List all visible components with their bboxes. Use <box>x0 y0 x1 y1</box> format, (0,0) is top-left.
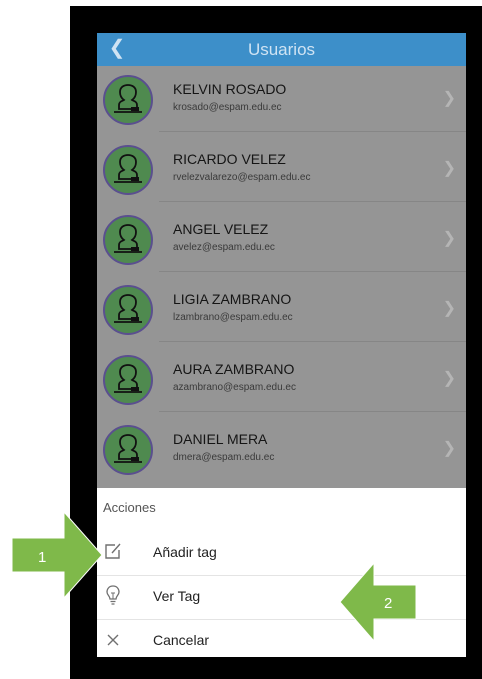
user-avatar-icon <box>103 285 153 335</box>
user-email: lzambrano@espam.edu.ec <box>173 312 293 323</box>
user-name: ANGEL VELEZ <box>173 221 269 237</box>
user-name: DANIEL MERA <box>173 431 268 447</box>
add-tag-label: Añadir tag <box>153 544 217 560</box>
list-item[interactable]: DANIEL MERA dmera@espam.edu.ec ❯ <box>97 416 466 482</box>
view-tag-label: Ver Tag <box>153 588 201 604</box>
user-email: krosado@espam.edu.ec <box>173 102 282 113</box>
user-avatar-icon <box>103 75 153 125</box>
user-name: AURA ZAMBRANO <box>173 361 295 377</box>
app-header: ❮ Usuarios <box>97 33 466 66</box>
divider <box>159 271 466 272</box>
chevron-right-icon: ❯ <box>442 230 456 247</box>
divider <box>159 201 466 202</box>
user-email: rvelezvalarezo@espam.edu.ec <box>173 172 311 183</box>
user-email: azambrano@espam.edu.ec <box>173 382 296 393</box>
page-title: Usuarios <box>247 40 316 59</box>
user-avatar-icon <box>103 215 153 265</box>
list-item[interactable]: ANGEL VELEZ avelez@espam.edu.ec ❯ <box>97 206 466 272</box>
callout-number-2: 2 <box>384 595 392 612</box>
divider <box>159 341 466 342</box>
callout-arrow-2: 2 <box>340 563 416 641</box>
user-avatar-icon <box>103 355 153 405</box>
divider <box>159 131 466 132</box>
chevron-right-icon: ❯ <box>442 90 456 107</box>
list-item[interactable]: KELVIN ROSADO krosado@espam.edu.ec ❯ <box>97 66 466 132</box>
cancel-label: Cancelar <box>153 632 210 648</box>
lightbulb-icon <box>103 584 123 606</box>
user-email: dmera@espam.edu.ec <box>173 452 275 463</box>
user-email: avelez@espam.edu.ec <box>173 242 275 253</box>
chevron-right-icon: ❯ <box>442 160 456 177</box>
user-avatar-icon <box>103 425 153 475</box>
list-item[interactable]: AURA ZAMBRANO azambrano@espam.edu.ec ❯ <box>97 346 466 412</box>
user-name: LIGIA ZAMBRANO <box>173 291 292 307</box>
action-sheet-title: Acciones <box>103 500 156 515</box>
list-item[interactable]: RICARDO VELEZ rvelezvalarezo@espam.edu.e… <box>97 136 466 202</box>
chevron-right-icon: ❯ <box>442 440 456 457</box>
chevron-right-icon: ❯ <box>442 370 456 387</box>
user-avatar-icon <box>103 145 153 195</box>
callout-arrow-1: 1 <box>12 512 102 598</box>
close-icon <box>103 628 123 650</box>
list-item[interactable]: LIGIA ZAMBRANO lzambrano@espam.edu.ec ❯ <box>97 276 466 342</box>
user-list: KELVIN ROSADO krosado@espam.edu.ec ❯ RIC… <box>97 66 466 488</box>
edit-icon <box>103 540 123 562</box>
divider <box>159 411 466 412</box>
user-name: KELVIN ROSADO <box>173 81 287 97</box>
user-name: RICARDO VELEZ <box>173 151 286 167</box>
callout-number-1: 1 <box>38 549 46 566</box>
chevron-right-icon: ❯ <box>442 300 456 317</box>
